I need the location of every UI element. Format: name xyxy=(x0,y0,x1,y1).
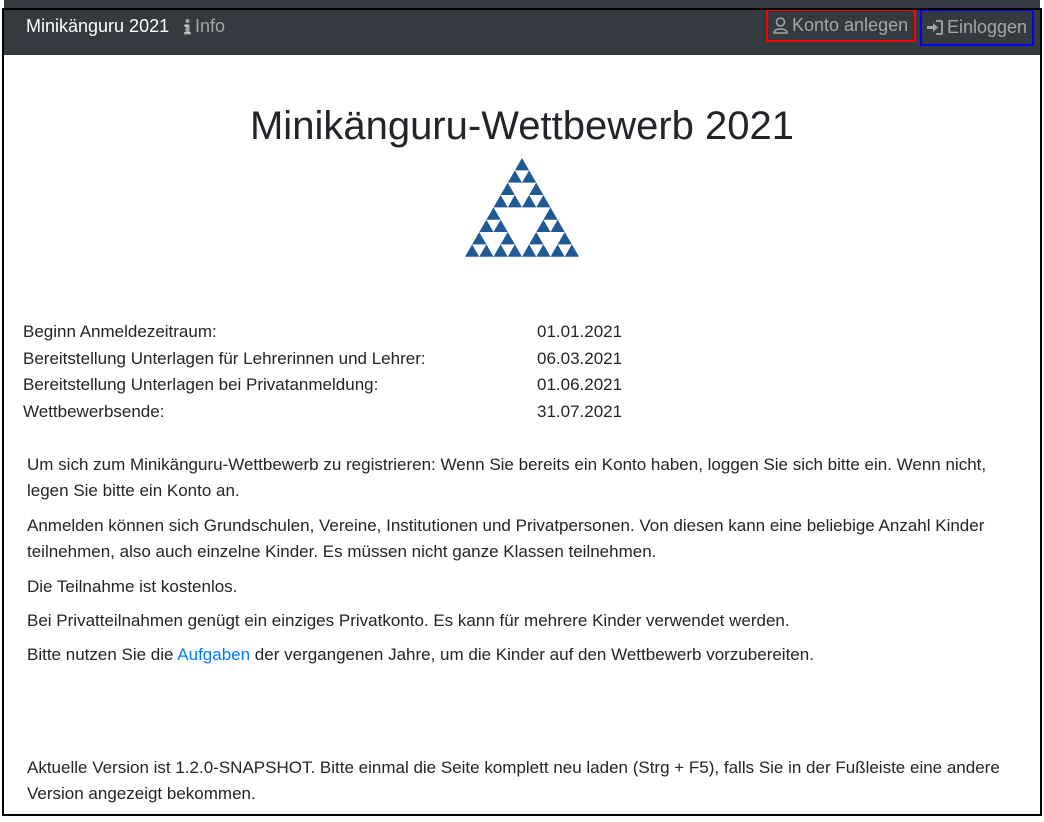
dates-table: Beginn Anmeldezeitraum: 01.01.2021 Berei… xyxy=(23,319,622,425)
version-paragraph: Aktuelle Version ist 1.2.0-SNAPSHOT. Bit… xyxy=(27,758,1000,803)
create-account-label: Konto anlegen xyxy=(792,15,909,35)
date-value: 06.03.2021 xyxy=(537,348,623,368)
date-row: Wettbewerbsende: 31.07.2021 xyxy=(23,399,622,426)
sign-in-icon xyxy=(927,20,943,35)
free-paragraph: Die Teilnahme ist kostenlos. xyxy=(27,577,238,596)
top-navbar: Minikänguru 2021 Info Konto anlegen Einl… xyxy=(4,0,1040,55)
date-row: Bereitstellung Unterlagen für Lehrerinne… xyxy=(23,346,622,373)
date-value: 31.07.2021 xyxy=(537,401,623,421)
private-paragraph: Bei Privatteilnahmen genügt ein einziges… xyxy=(27,611,790,630)
info-icon xyxy=(184,18,191,35)
nav-info-link[interactable]: Info xyxy=(184,16,225,37)
date-label: Bereitstellung Unterlagen für Lehrerinne… xyxy=(23,348,426,368)
register-paragraph: Um sich zum Minikänguru-Wettbewerb zu re… xyxy=(27,455,987,500)
user-icon xyxy=(773,17,788,34)
tasks-text-after: der vergangenen Jahre, um die Kinder auf… xyxy=(250,645,814,664)
tasks-paragraph: Bitte nutzen Sie die Aufgaben der vergan… xyxy=(27,642,1017,668)
page-title: Minikänguru-Wettbewerb 2021 xyxy=(249,104,794,148)
login-label: Einloggen xyxy=(947,17,1028,37)
date-label: Wettbewerbsende: xyxy=(23,401,165,421)
date-value: 01.01.2021 xyxy=(537,322,623,342)
login-link[interactable]: Einloggen xyxy=(920,9,1034,46)
tasks-link[interactable]: Aufgaben xyxy=(177,645,250,664)
date-value: 01.06.2021 xyxy=(537,375,623,395)
navbar-brand[interactable]: Minikänguru 2021 xyxy=(26,16,169,37)
sierpinski-logo-icon xyxy=(464,158,580,263)
date-label: Beginn Anmeldezeitraum: xyxy=(23,322,217,342)
create-account-link[interactable]: Konto anlegen xyxy=(766,9,916,42)
nav-info-label: Info xyxy=(195,16,226,36)
date-label: Bereitstellung Unterlagen bei Privatanme… xyxy=(23,375,379,395)
tasks-text-before: Bitte nutzen Sie die xyxy=(27,645,178,664)
date-row: Bereitstellung Unterlagen bei Privatanme… xyxy=(23,372,622,399)
participants-paragraph: Anmelden können sich Grundschulen, Verei… xyxy=(27,516,985,561)
date-row: Beginn Anmeldezeitraum: 01.01.2021 xyxy=(23,319,622,346)
